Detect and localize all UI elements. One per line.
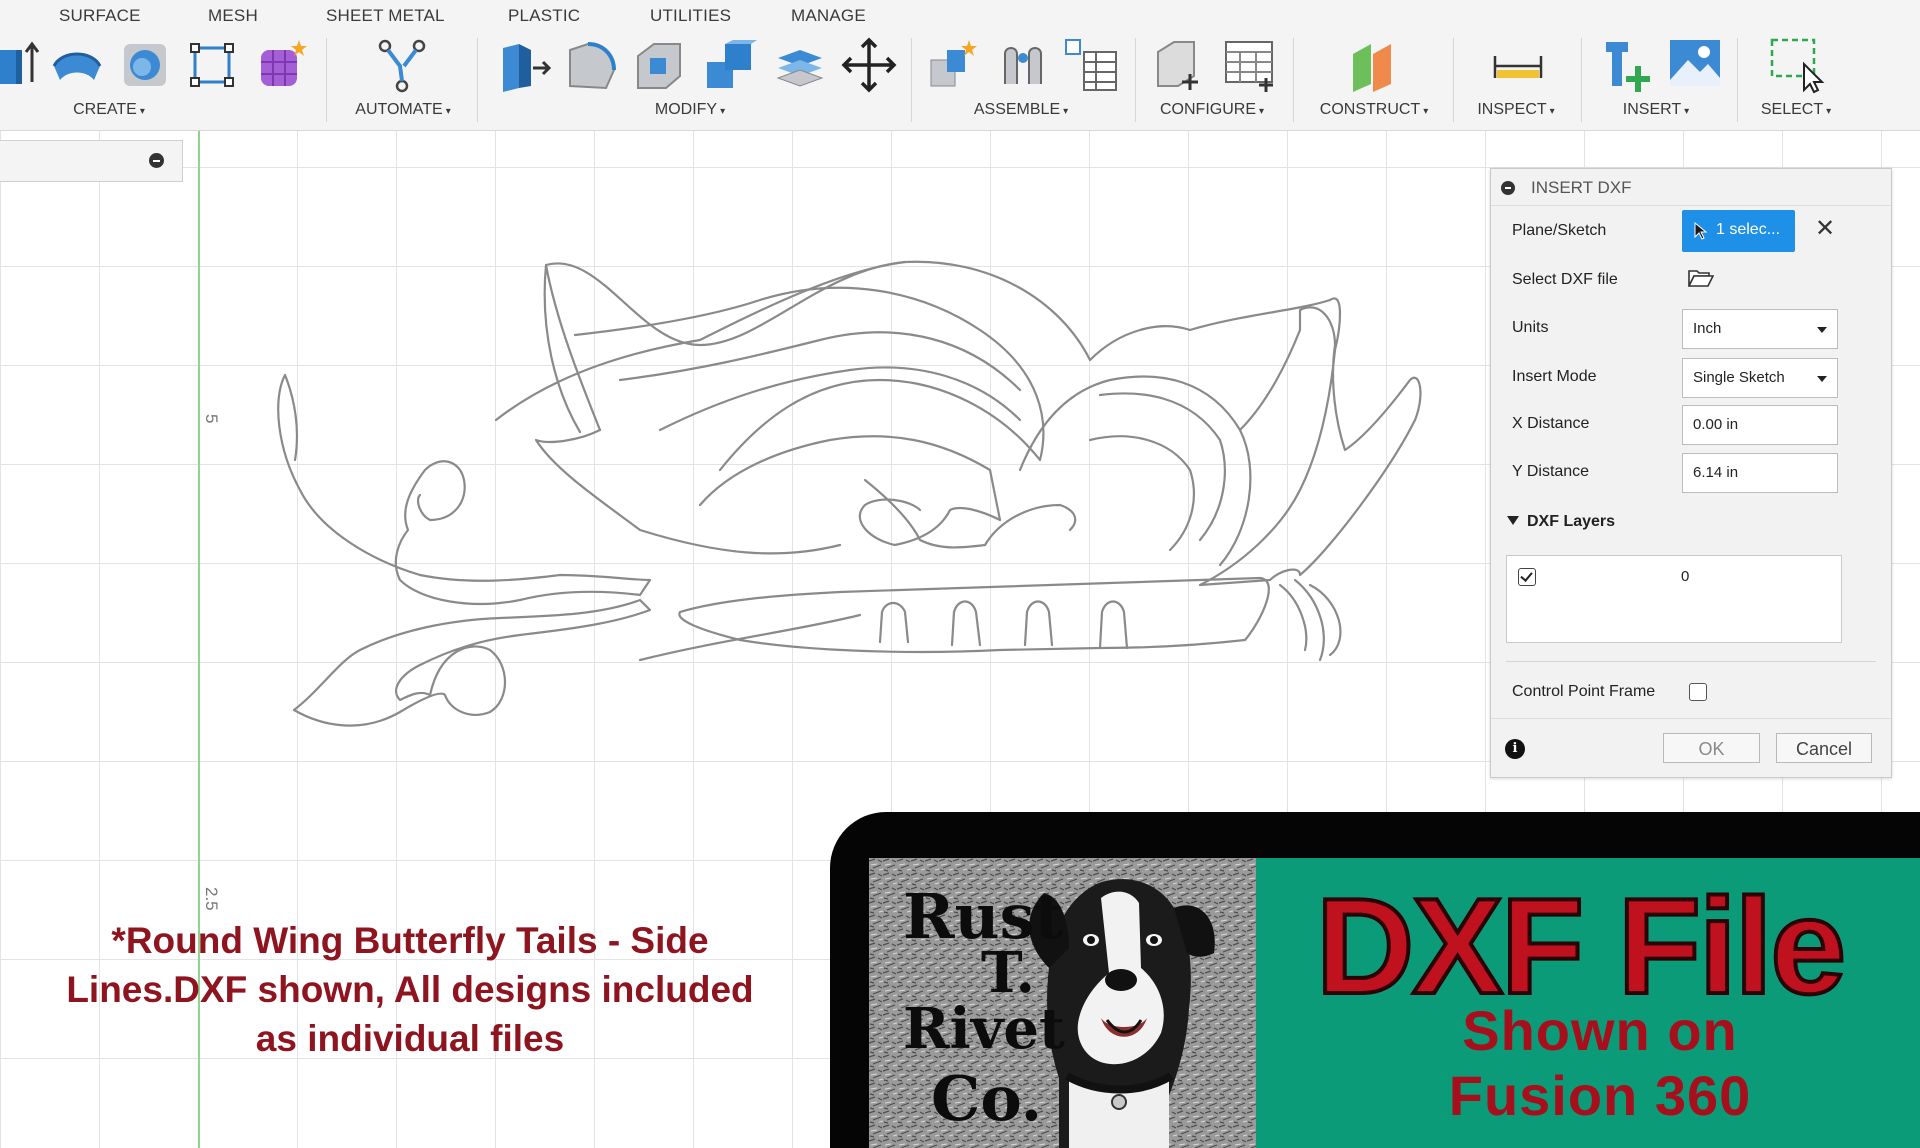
open-folder-icon[interactable] — [1688, 268, 1714, 288]
create-menu[interactable]: CREATE ▾ — [73, 101, 145, 119]
offset-face-icon[interactable] — [770, 36, 828, 94]
insert-menu[interactable]: INSERT ▾ — [1623, 101, 1689, 119]
toolbar: SURFACE MESH SHEET METAL PLASTIC UTILITI… — [0, 0, 1920, 131]
caption-overlay: *Round Wing Butterfly Tails - Side Lines… — [40, 916, 780, 1063]
form-icon[interactable] — [253, 36, 311, 94]
group-divider — [1135, 38, 1136, 122]
select-dxf-file-label: Select DXF file — [1512, 271, 1618, 288]
caption-line-3: as individual files — [255, 1018, 565, 1059]
insert-mode-dropdown[interactable]: Single Sketch — [1682, 358, 1838, 398]
inspect-menu[interactable]: INSPECT ▾ — [1477, 101, 1554, 119]
ok-button[interactable]: OK — [1663, 733, 1760, 763]
plane-sketch-label: Plane/Sketch — [1512, 222, 1607, 239]
caption-line-1: *Round Wing Butterfly Tails - Side — [111, 920, 709, 961]
y-distance-input[interactable]: 6.14 in — [1682, 453, 1838, 493]
x-distance-label: X Distance — [1512, 415, 1590, 432]
group-divider — [1293, 38, 1294, 122]
logo-rivet: Rivet — [903, 996, 1065, 1062]
modify-menu[interactable]: MODIFY ▾ — [655, 101, 725, 119]
plane-sketch-selection-button[interactable]: 1 selec... — [1682, 210, 1795, 252]
expand-triangle-icon — [1507, 516, 1519, 525]
info-icon[interactable]: i — [1505, 739, 1525, 759]
banner-subtitle-2: Fusion 360 — [1448, 1064, 1752, 1127]
clear-selection-icon[interactable]: ✕ — [1815, 217, 1835, 241]
tab-manage[interactable]: MANAGE — [791, 6, 866, 26]
fillet-icon[interactable] — [562, 36, 620, 94]
bill-of-materials-icon[interactable] — [1062, 36, 1120, 94]
select-menu[interactable]: SELECT ▾ — [1761, 101, 1831, 119]
layer-0-checkbox[interactable] — [1518, 568, 1536, 586]
tab-plastic[interactable]: PLASTIC — [508, 6, 580, 26]
group-divider — [1453, 38, 1454, 122]
chamfer-icon[interactable] — [630, 36, 688, 94]
sketch-rect-icon[interactable] — [183, 36, 241, 94]
layer-0-name: 0 — [1681, 568, 1690, 585]
group-divider — [477, 38, 478, 122]
tab-surface[interactable]: SURFACE — [59, 6, 141, 26]
insert-mcmaster-icon[interactable] — [1600, 36, 1658, 94]
dialog-title: INSERT DXF — [1531, 178, 1632, 197]
window-select-icon[interactable] — [1768, 36, 1826, 94]
tab-mesh[interactable]: MESH — [208, 6, 258, 26]
sweep-icon[interactable] — [48, 36, 106, 94]
x-distance-input[interactable]: 0.00 in — [1682, 405, 1838, 445]
collapse-dialog-icon[interactable] — [1501, 181, 1515, 195]
antenna-left-lower — [292, 598, 652, 727]
automate-icon[interactable] — [373, 36, 431, 94]
insert-canvas-image-icon[interactable] — [1666, 36, 1724, 94]
shell-icon[interactable] — [116, 36, 174, 94]
antenna-left-upper — [277, 373, 652, 606]
configuration-table-icon[interactable] — [1220, 36, 1278, 94]
cancel-button[interactable]: Cancel — [1776, 733, 1872, 763]
logo-co: Co. — [931, 1062, 1043, 1135]
fusion-360-window: 5 2.5 SURFACE MESH SHEET METAL PLASTIC U… — [0, 0, 1920, 1148]
divider — [1491, 718, 1891, 719]
outer-wing-contour — [494, 260, 1422, 587]
configure-menu[interactable]: CONFIGURE ▾ — [1160, 101, 1264, 119]
assemble-menu[interactable]: ASSEMBLE ▾ — [974, 101, 1068, 119]
measure-icon[interactable] — [1489, 36, 1547, 94]
move-icon[interactable] — [840, 36, 898, 94]
new-component-icon[interactable] — [925, 36, 983, 94]
group-divider — [1737, 38, 1738, 122]
control-point-frame-checkbox[interactable] — [1689, 683, 1707, 701]
insert-dxf-dialog: INSERT DXF Plane/Sketch 1 selec... ✕ Sel… — [1490, 168, 1892, 778]
dialog-header[interactable]: INSERT DXF — [1491, 169, 1891, 206]
construct-menu[interactable]: CONSTRUCT ▾ — [1320, 101, 1428, 119]
combine-icon[interactable] — [701, 36, 759, 94]
configure-icon[interactable] — [1150, 36, 1208, 94]
banner-subtitle-1: Shown on — [1462, 999, 1738, 1062]
tab-sheet-metal[interactable]: SHEET METAL — [326, 6, 445, 26]
automate-menu[interactable]: AUTOMATE ▾ — [355, 101, 450, 119]
group-divider — [326, 38, 327, 122]
group-divider — [911, 38, 912, 122]
rust-t-rivet-logo: Rust T. Rivet Co. — [869, 858, 1256, 1148]
control-point-frame-label: Control Point Frame — [1512, 683, 1656, 700]
units-label: Units — [1512, 319, 1549, 336]
body-contour — [678, 576, 1270, 654]
extrude-icon[interactable] — [0, 36, 48, 94]
y-distance-label: Y Distance — [1512, 463, 1590, 480]
dxf-layers-section[interactable]: DXF Layers — [1507, 513, 1615, 531]
press-pull-icon[interactable] — [495, 36, 553, 94]
divider — [1506, 661, 1876, 662]
group-divider — [1581, 38, 1582, 122]
offset-plane-icon[interactable] — [1345, 36, 1403, 94]
selection-count: 1 selec... — [1716, 221, 1781, 238]
insert-mode-label: Insert Mode — [1512, 368, 1597, 385]
dxf-layers-list: 0 — [1506, 555, 1842, 643]
cursor-arrow-icon — [1694, 222, 1708, 240]
units-dropdown[interactable]: Inch — [1682, 309, 1838, 349]
joint-icon[interactable] — [995, 36, 1053, 94]
tab-utilities[interactable]: UTILITIES — [650, 6, 731, 26]
caption-line-2: Lines.DXF shown, All designs included — [66, 969, 754, 1010]
